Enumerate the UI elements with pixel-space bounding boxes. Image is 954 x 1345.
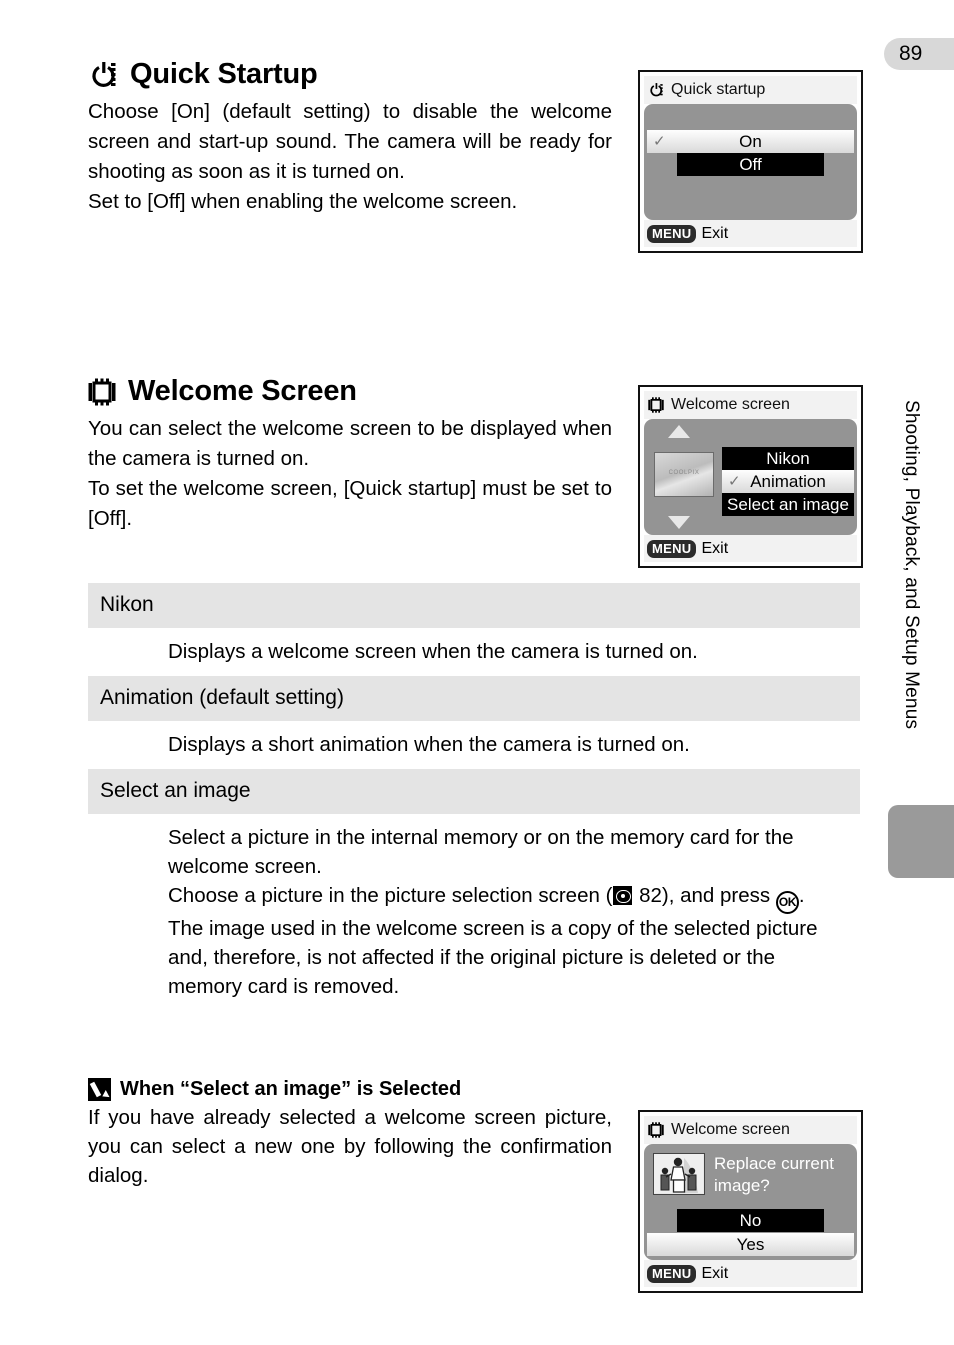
lcd-footer-label: Exit [701, 539, 729, 557]
section-quick-startup: Quick Startup Choose [On] (default setti… [88, 58, 612, 217]
note-text: If you have already selected a welcome s… [88, 1106, 612, 1187]
table-row-header-animation: Animation (default setting) [88, 676, 860, 721]
section-title-text: Welcome Screen [128, 375, 357, 407]
lcd-footer-label: Exit [701, 224, 729, 242]
description-line: Select a picture in the internal memory … [168, 826, 794, 878]
lcd-option-label: Nikon [766, 449, 810, 468]
paragraph: Choose [On] (default setting) to disable… [88, 100, 612, 183]
description-line-with-reference: Choose a picture in the picture selectio… [168, 881, 848, 914]
section-title-quick-startup: Quick Startup [88, 58, 612, 91]
lcd-footer: MENU Exit [644, 220, 857, 247]
lcd-replace-image-dialog: Welcome screen Replace current image? No… [638, 1110, 863, 1293]
lcd-option-animation[interactable]: ✓ Animation [722, 470, 854, 493]
option-description: Displays a short animation when the came… [168, 733, 690, 756]
dialog-option-no-wrap: No [677, 1209, 824, 1232]
lcd-screen-area: ✓ On Off [644, 104, 857, 220]
side-tab-label: Shooting, Playback, and Setup Menus [901, 400, 922, 730]
paragraph: Set to [Off] when enabling the welcome s… [88, 190, 518, 213]
dialog-option-no[interactable]: No [677, 1209, 824, 1232]
option-name: Select an image [100, 779, 251, 802]
page-reference-icon [613, 886, 633, 905]
power-icon [88, 61, 118, 89]
lcd-option-label: Select an image [727, 495, 849, 514]
description-text: 82), and press [633, 884, 776, 907]
lcd-welcome-screen-menu: Welcome screen COOLPIX Nikon ✓ Animation… [638, 385, 863, 568]
lcd-quick-startup-menu: Quick startup ✓ On Off MENU Exit [638, 70, 863, 253]
check-icon: ✓ [728, 473, 741, 490]
option-name: Nikon [100, 593, 154, 616]
lcd-option-select-an-image[interactable]: Select an image [722, 493, 854, 516]
screen-frame-icon [648, 397, 664, 413]
lcd-screen-area: COOLPIX Nikon ✓ Animation Select an imag… [644, 419, 857, 535]
lcd-footer-label: Exit [701, 1264, 729, 1282]
lcd-title-text: Quick startup [671, 81, 766, 98]
lcd-option-label: On [739, 132, 762, 151]
lcd-title-text: Welcome screen [671, 1121, 790, 1138]
table-row-body-animation: Displays a short animation when the came… [88, 721, 860, 769]
description-text: Choose a picture in the picture selectio… [168, 884, 613, 907]
description-line: The image used in the welcome screen is … [168, 917, 818, 998]
lcd-screen-area: Replace current image? No Yes [644, 1144, 857, 1260]
lcd-option-on[interactable]: ✓ On [647, 130, 854, 153]
paragraph: You can select the welcome screen to be … [88, 417, 612, 470]
options-table: Nikon Displays a welcome screen when the… [88, 583, 860, 1011]
table-row-body-nikon: Displays a welcome screen when the camer… [88, 628, 860, 676]
dialog-option-yes-wrap: Yes [647, 1233, 854, 1256]
menu-button-badge[interactable]: MENU [647, 224, 697, 243]
table-row-body-select-an-image: Select a picture in the internal memory … [88, 814, 860, 1011]
lcd-option-label: Yes [736, 1235, 765, 1254]
screen-frame-icon [648, 1122, 664, 1138]
page-number: 89 [884, 38, 954, 70]
lcd-option-label: Animation [750, 472, 826, 491]
menu-button-badge[interactable]: MENU [647, 539, 697, 558]
lcd-title-text: Welcome screen [671, 396, 790, 413]
section-title-welcome-screen: Welcome Screen [88, 375, 612, 408]
ok-button-icon: OK [775, 891, 799, 914]
menu-button-badge[interactable]: MENU [647, 1264, 697, 1283]
section-welcome-screen: Welcome Screen You can select the welcom… [88, 375, 612, 534]
side-tab-marker [888, 805, 954, 878]
lcd-option-list: Nikon ✓ Animation Select an image [722, 447, 854, 516]
lcd-title-bar: Welcome screen [644, 391, 857, 419]
thumbnail-label: COOLPIX [668, 470, 700, 476]
dialog-option-yes[interactable]: Yes [647, 1233, 854, 1256]
dialog-prompt-row: Replace current image? [644, 1153, 857, 1197]
description-text: . [798, 884, 805, 907]
selected-picture-thumbnail [653, 1153, 705, 1195]
lcd-title-bar: Quick startup [644, 76, 857, 104]
table-row-header-nikon: Nikon [88, 583, 860, 628]
dialog-prompt-text: Replace current image? [714, 1154, 835, 1195]
section-body-quick-startup: Choose [On] (default setting) to disable… [88, 97, 612, 217]
lcd-option-off[interactable]: Off [677, 153, 824, 176]
lcd-footer: MENU Exit [644, 1260, 857, 1287]
power-icon [648, 82, 664, 98]
option-description: Displays a welcome screen when the camer… [168, 640, 698, 663]
option-name: Animation (default setting) [100, 686, 344, 709]
scroll-up-arrow-icon[interactable] [668, 425, 690, 438]
lcd-option-label: Off [739, 155, 762, 174]
lcd-option-nikon[interactable]: Nikon [722, 447, 854, 470]
welcome-thumbnail-preview: COOLPIX [654, 452, 714, 497]
manual-page: 89 Shooting, Playback, and Setup Menus Q… [0, 0, 954, 1345]
screen-frame-icon [88, 378, 116, 406]
note-title: When “Select an image” is Selected [88, 1078, 612, 1101]
paragraph: To set the welcome screen, [Quick startu… [88, 477, 612, 530]
pencil-icon [88, 1078, 111, 1101]
check-icon: ✓ [653, 133, 666, 150]
lcd-option-label: No [739, 1211, 762, 1230]
note-title-text: When “Select an image” is Selected [120, 1078, 462, 1100]
section-title-text: Quick Startup [130, 58, 318, 90]
scroll-down-arrow-icon[interactable] [668, 516, 690, 529]
lcd-footer: MENU Exit [644, 535, 857, 562]
table-row-header-select-an-image: Select an image [88, 769, 860, 814]
note-block: When “Select an image” is Selected If yo… [88, 1078, 612, 1190]
lcd-title-bar: Welcome screen [644, 1116, 857, 1144]
section-body-welcome-screen: You can select the welcome screen to be … [88, 414, 612, 534]
